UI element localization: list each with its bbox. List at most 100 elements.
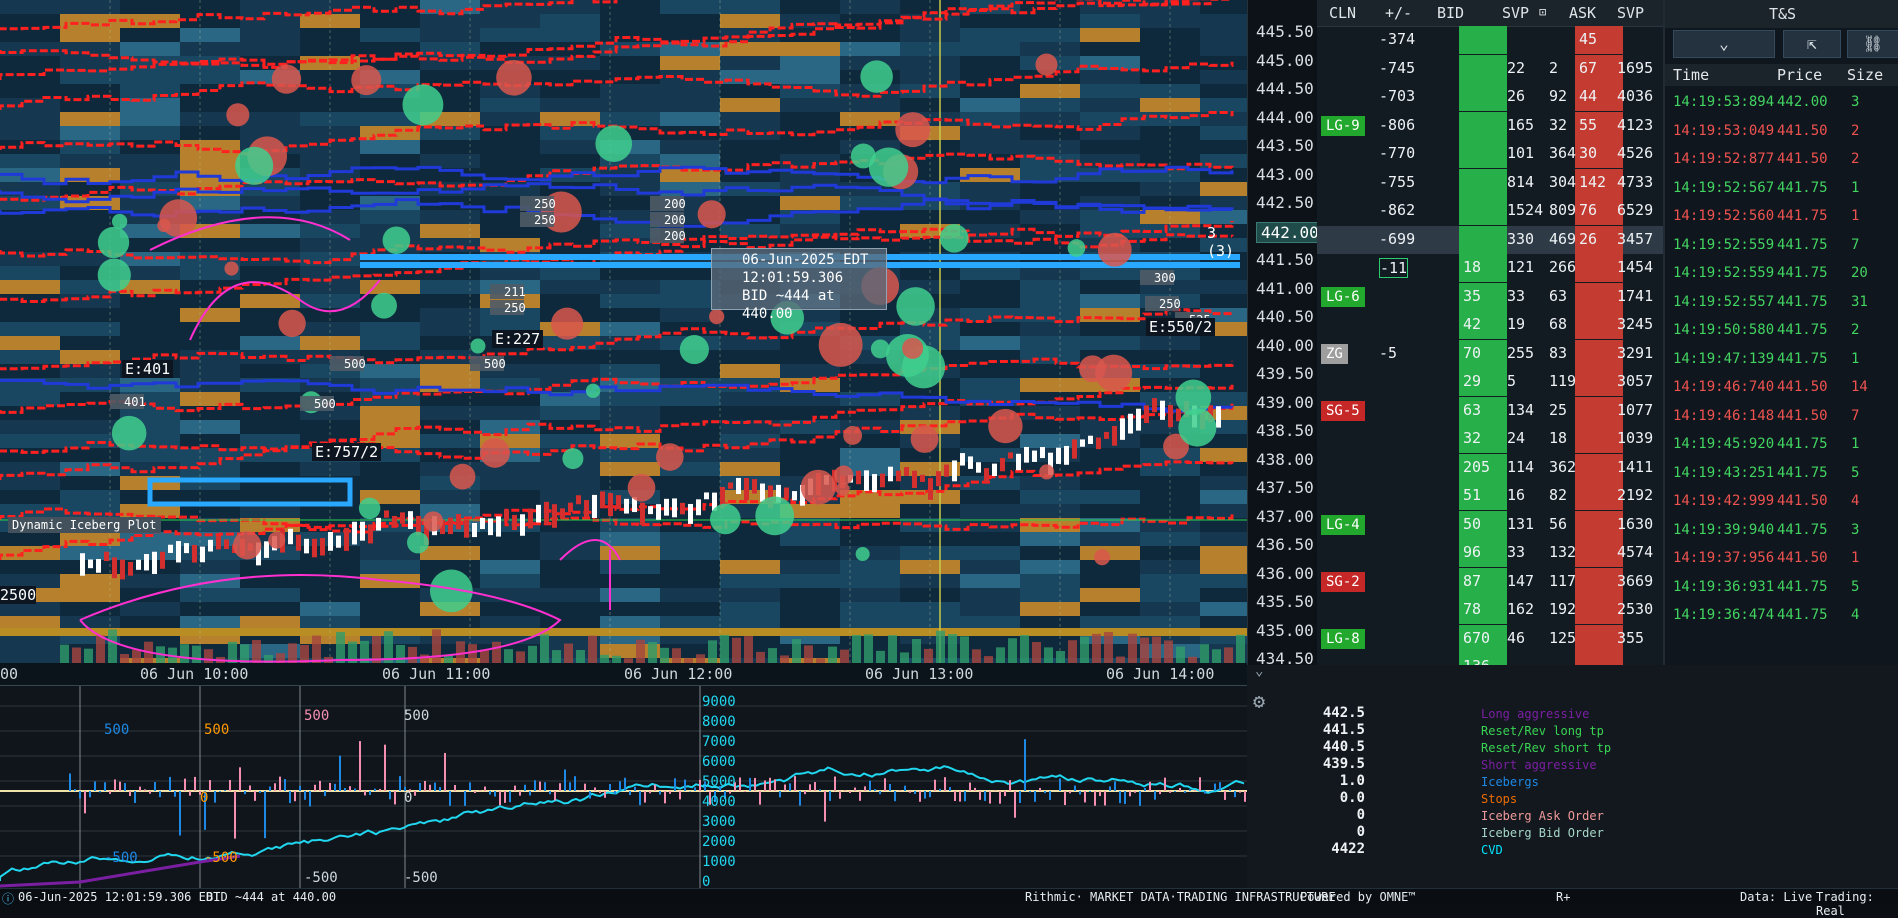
pm-cell[interactable]: -770	[1379, 144, 1415, 162]
svp-bid-cell[interactable]: 16	[1507, 486, 1525, 504]
iceberg-bubble[interactable]	[585, 383, 601, 398]
legend-item[interactable]: Long aggressive	[1481, 707, 1589, 721]
svp-ask-cell[interactable]: 362	[1549, 458, 1576, 476]
iceberg-bubble[interactable]	[679, 334, 709, 365]
price-chart[interactable]: 2502502002002002112505005004015003002505…	[0, 0, 1247, 685]
svp-cell[interactable]: 4526	[1617, 144, 1653, 162]
bid-cell[interactable]: 51	[1463, 486, 1481, 504]
iceberg-bubble[interactable]	[407, 531, 429, 554]
qty-badge[interactable]: 200	[650, 212, 686, 227]
ask-cell[interactable]: 67	[1579, 59, 1597, 77]
bid-cell[interactable]: 670	[1463, 629, 1490, 647]
ask-cell[interactable]: 45	[1579, 30, 1597, 48]
svp-bid-cell[interactable]: 33	[1507, 287, 1525, 305]
iceberg-bubble[interactable]	[97, 226, 130, 259]
svp-cell[interactable]: 4123	[1617, 116, 1653, 134]
iceberg-bubble[interactable]	[226, 103, 250, 127]
ask-column-bg[interactable]	[1575, 254, 1623, 282]
svp-cell[interactable]: 2192	[1617, 486, 1653, 504]
qty-badge[interactable]: 500	[300, 396, 336, 411]
ladder-row[interactable]: -374 45	[1317, 26, 1663, 54]
ladder-row[interactable]: LG-4 50 131 56 1630	[1317, 510, 1663, 539]
iceberg-bubble[interactable]	[627, 473, 656, 502]
svp-ask-cell[interactable]: 68	[1549, 315, 1567, 333]
svp-bid-cell[interactable]: 46	[1507, 629, 1525, 647]
iceberg-bubble[interactable]	[358, 497, 381, 520]
svp-bid-cell[interactable]: 255	[1507, 344, 1534, 362]
svp-ask-cell[interactable]: 132	[1549, 543, 1576, 561]
legend-item[interactable]: Reset/Rev short tp	[1481, 741, 1611, 755]
ladder-row[interactable]: -745 22 2 67 1695	[1317, 54, 1663, 83]
iceberg-bubble[interactable]	[896, 287, 935, 326]
ladder-row[interactable]: 29 5 119 3057	[1317, 368, 1663, 396]
ts-row[interactable]: 14:19:43:251 441.75 5	[1665, 459, 1898, 487]
iceberg-bubble[interactable]	[988, 408, 1023, 444]
bid-column-bg[interactable]	[1459, 83, 1507, 111]
ladder-row[interactable]: -862 1524 809 76 6529	[1317, 197, 1663, 225]
ask-column-bg[interactable]	[1575, 482, 1623, 510]
pm-cell[interactable]: -755	[1379, 173, 1415, 191]
ts-row[interactable]: 14:19:46:148 441.50 7	[1665, 402, 1898, 430]
qty-badge[interactable]: 250	[520, 212, 556, 227]
svp-ask-cell[interactable]: 63	[1549, 287, 1567, 305]
svp-ask-cell[interactable]: 469	[1549, 230, 1576, 248]
price-axis[interactable]: 445.50 445.00 444.50 444.00 443.50 443.00 442.…	[1247, 0, 1324, 685]
svp-ask-cell[interactable]: 125	[1549, 629, 1576, 647]
qty-badge[interactable]: 250	[1145, 296, 1181, 311]
svp-cell[interactable]: 3457	[1617, 230, 1653, 248]
iceberg-bubble[interactable]	[818, 322, 863, 367]
chart-canvas[interactable]: 2502502002002002112505005004015003002505…	[0, 0, 1247, 685]
iceberg-bubble[interactable]	[1094, 549, 1111, 566]
execution-marker[interactable]: E:227	[492, 330, 544, 348]
ladder-row[interactable]: 78 162 192 2530	[1317, 596, 1663, 624]
svp-bid-cell[interactable]: 162	[1507, 600, 1534, 618]
svp-bid-cell[interactable]: 134	[1507, 401, 1534, 419]
ts-row[interactable]: 14:19:36:474 441.75 4	[1665, 601, 1898, 629]
iceberg-bubble[interactable]	[111, 415, 147, 451]
iceberg-bubble[interactable]	[268, 531, 286, 549]
qty-badge[interactable]: 211	[490, 284, 526, 299]
iceberg-bubble[interactable]	[1035, 53, 1058, 76]
ts-col-time[interactable]: Time	[1673, 66, 1709, 84]
ts-link-button[interactable]: ⛓	[1847, 30, 1898, 58]
time-and-sales[interactable]: T&S ⌄ ⇱ ⛓ Time Price Size 14:19:53:894 44…	[1663, 0, 1898, 665]
ts-row[interactable]: 14:19:46:740 441.50 14	[1665, 373, 1898, 401]
indicator-pane[interactable]: 500 500 500 500 -500 -500 -500 -500 0 0 9000 8000 70…	[0, 685, 1247, 890]
ts-row[interactable]: 14:19:52:559 441.75 20	[1665, 259, 1898, 287]
iceberg-bubble[interactable]	[709, 503, 741, 535]
svp-cell[interactable]: 2530	[1617, 600, 1653, 618]
iceberg-bubble[interactable]	[843, 426, 863, 445]
iceberg-bubble[interactable]	[833, 465, 854, 485]
pm-cell[interactable]: -806	[1379, 116, 1415, 134]
ts-row[interactable]: 14:19:45:920 441.75 1	[1665, 430, 1898, 458]
iceberg-bubble[interactable]	[709, 309, 725, 325]
ladder-row[interactable]: -703 26 92 44 4036	[1317, 83, 1663, 111]
iceberg-bubble[interactable]	[910, 425, 939, 453]
iceberg-bubble[interactable]	[479, 437, 510, 468]
svp-ask-cell[interactable]: 92	[1549, 87, 1567, 105]
svp-cell[interactable]: 6529	[1617, 201, 1653, 219]
bid-cell[interactable]: 205	[1463, 458, 1490, 476]
qty-badge[interactable]: 300	[1140, 270, 1176, 285]
legend-item[interactable]: Reset/Rev long tp	[1481, 724, 1604, 738]
svp-cell[interactable]: 4574	[1617, 543, 1653, 561]
iceberg-bubble[interactable]	[870, 339, 890, 359]
pm-cell[interactable]: -11	[1379, 258, 1409, 278]
ts-dropdown-button[interactable]: ⌄	[1673, 30, 1775, 58]
ask-column-bg[interactable]	[1575, 596, 1623, 624]
iceberg-bubble[interactable]	[562, 448, 584, 470]
legend-item[interactable]: Iceberg Bid Order	[1481, 826, 1604, 840]
col-plus-minus[interactable]: +/-	[1385, 4, 1412, 22]
iceberg-bubble[interactable]	[1178, 408, 1217, 447]
ask-column-bg[interactable]	[1575, 510, 1623, 539]
iceberg-bubble[interactable]	[278, 309, 306, 338]
ladder-row[interactable]: LG-9 -806 165 32 55 4123	[1317, 111, 1663, 140]
ask-column-bg[interactable]	[1575, 453, 1623, 482]
ts-popout-button[interactable]: ⇱	[1783, 30, 1841, 58]
svp-bid-cell[interactable]: 147	[1507, 572, 1534, 590]
iceberg-bubble[interactable]	[470, 338, 486, 354]
svp-bid-cell[interactable]: 330	[1507, 230, 1534, 248]
ladder-row[interactable]: SG-2 87 147 117 3669	[1317, 567, 1663, 596]
svp-cell[interactable]: 3057	[1617, 372, 1653, 390]
svp-cell[interactable]: 4733	[1617, 173, 1653, 191]
